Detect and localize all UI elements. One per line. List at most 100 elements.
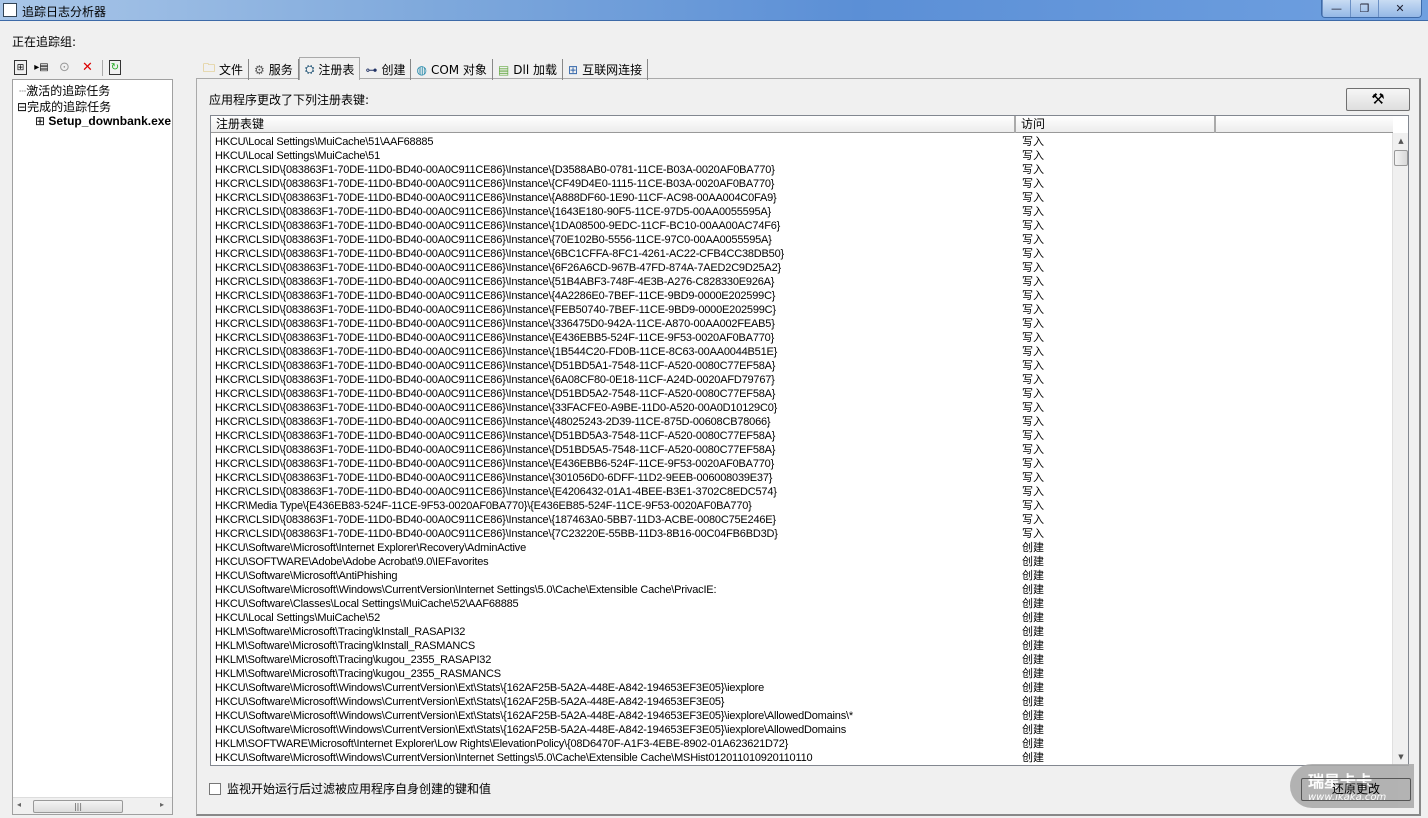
- stop-icon[interactable]: ⊙: [56, 59, 73, 76]
- table-row[interactable]: HKCR\CLSID\{083863F1-70DE-11D0-BD40-00A0…: [211, 303, 1393, 317]
- table-row[interactable]: HKCU\Local Settings\MuiCache\52 创建: [211, 611, 1393, 625]
- table-row[interactable]: HKCU\Software\Microsoft\Windows\CurrentV…: [211, 751, 1393, 765]
- table-row[interactable]: HKCR\CLSID\{083863F1-70DE-11D0-BD40-00A0…: [211, 457, 1393, 471]
- table-row[interactable]: HKCR\CLSID\{083863F1-70DE-11D0-BD40-00A0…: [211, 415, 1393, 429]
- registry-key: HKCR\CLSID\{083863F1-70DE-11D0-BD40-00A0…: [215, 290, 776, 302]
- table-row[interactable]: HKCU\Software\Classes\Local Settings\Mui…: [211, 597, 1393, 611]
- delete-icon[interactable]: ✕: [79, 59, 96, 76]
- access-type: 创建: [1022, 639, 1044, 652]
- access-type: 写入: [1022, 191, 1044, 204]
- registry-key: HKLM\Software\Microsoft\Tracing\kugou_23…: [215, 668, 501, 680]
- column-header-key[interactable]: 注册表键: [211, 116, 1016, 133]
- restore-window-button[interactable]: ❐: [1350, 0, 1378, 17]
- table-row[interactable]: HKCR\CLSID\{083863F1-70DE-11D0-BD40-00A0…: [211, 275, 1393, 289]
- access-type: 写入: [1022, 415, 1044, 428]
- table-row[interactable]: HKCU\Software\Microsoft\Windows\CurrentV…: [211, 681, 1393, 695]
- expand-icon[interactable]: ⊞: [35, 114, 45, 128]
- table-row[interactable]: HKCR\CLSID\{083863F1-70DE-11D0-BD40-00A0…: [211, 205, 1393, 219]
- table-row[interactable]: HKCR\CLSID\{083863F1-70DE-11D0-BD40-00A0…: [211, 429, 1393, 443]
- filter-checkbox[interactable]: [209, 782, 221, 795]
- table-row[interactable]: HKCR\Media Type\{E436EB83-524F-11CE-9F53…: [211, 499, 1393, 513]
- filter-checkbox-row[interactable]: 监视开始运行后过滤被应用程序自身创建的键和值: [209, 780, 491, 797]
- scroll-down-icon[interactable]: ▼: [1393, 749, 1408, 765]
- table-row[interactable]: HKCU\Local Settings\MuiCache\51\AAF68885…: [211, 135, 1393, 149]
- table-row[interactable]: HKCR\CLSID\{083863F1-70DE-11D0-BD40-00A0…: [211, 247, 1393, 261]
- table-row[interactable]: HKCR\CLSID\{083863F1-70DE-11D0-BD40-00A0…: [211, 443, 1393, 457]
- export-icon[interactable]: ▸▤: [33, 59, 50, 76]
- scrollbar-thumb[interactable]: [1394, 150, 1408, 166]
- table-row[interactable]: HKCR\CLSID\{083863F1-70DE-11D0-BD40-00A0…: [211, 387, 1393, 401]
- tab-tree-nodes[interactable]: ⊶ 创建: [360, 59, 412, 80]
- registry-key: HKCR\CLSID\{083863F1-70DE-11D0-BD40-00A0…: [215, 192, 777, 204]
- table-row[interactable]: HKLM\SOFTWARE\Microsoft\Internet Explore…: [211, 737, 1393, 751]
- minimize-button[interactable]: —: [1322, 0, 1350, 17]
- table-row[interactable]: HKCR\CLSID\{083863F1-70DE-11D0-BD40-00A0…: [211, 471, 1393, 485]
- table-row[interactable]: HKCU\Software\Microsoft\Windows\CurrentV…: [211, 695, 1393, 709]
- close-button[interactable]: ✕: [1378, 0, 1421, 17]
- tab-dll-file[interactable]: ▤ Dll 加载: [493, 59, 564, 80]
- table-row[interactable]: HKCR\CLSID\{083863F1-70DE-11D0-BD40-00A0…: [211, 513, 1393, 527]
- tree-item-setup-downbank[interactable]: ⊞ Setup_downbank.exe: [35, 114, 171, 128]
- table-row[interactable]: HKCR\CLSID\{083863F1-70DE-11D0-BD40-00A0…: [211, 373, 1393, 387]
- table-row[interactable]: HKCR\CLSID\{083863F1-70DE-11D0-BD40-00A0…: [211, 219, 1393, 233]
- access-type: 写入: [1022, 429, 1044, 442]
- table-row[interactable]: HKCU\Software\Microsoft\Internet Explore…: [211, 541, 1393, 555]
- registry-key: HKCR\CLSID\{083863F1-70DE-11D0-BD40-00A0…: [215, 388, 776, 400]
- column-header-empty[interactable]: [1216, 116, 1393, 133]
- tree-item-active-tasks[interactable]: ┄激活的追踪任务: [19, 82, 110, 99]
- table-row[interactable]: HKCR\CLSID\{083863F1-70DE-11D0-BD40-00A0…: [211, 163, 1393, 177]
- registry-key: HKCR\CLSID\{083863F1-70DE-11D0-BD40-00A0…: [215, 220, 781, 232]
- table-row[interactable]: HKCU\SOFTWARE\Adobe\Adobe Acrobat\9.0\IE…: [211, 555, 1393, 569]
- tab-label: 服务: [268, 63, 293, 77]
- tab-globe[interactable]: ◍ COM 对象: [411, 59, 493, 80]
- tab-strip: 🗀 文件 ⚙ 服务 ⛭ 注册表 ⊶ 创建 ◍ COM 对象 ▤ Dll 加载 ⊞ 互联网连接: [198, 57, 649, 80]
- table-row[interactable]: HKCR\CLSID\{083863F1-70DE-11D0-BD40-00A0…: [211, 289, 1393, 303]
- scroll-left-icon[interactable]: ◂: [17, 800, 21, 809]
- table-row[interactable]: HKCR\CLSID\{083863F1-70DE-11D0-BD40-00A0…: [211, 191, 1393, 205]
- table-row[interactable]: HKCR\CLSID\{083863F1-70DE-11D0-BD40-00A0…: [211, 401, 1393, 415]
- column-header-access[interactable]: 访问: [1016, 116, 1216, 133]
- collapse-icon[interactable]: ⊟: [17, 100, 27, 114]
- registry-key: HKCR\CLSID\{083863F1-70DE-11D0-BD40-00A0…: [215, 486, 777, 498]
- table-row[interactable]: HKLM\Software\Microsoft\Tracing\kugou_23…: [211, 653, 1393, 667]
- table-row[interactable]: HKCR\CLSID\{083863F1-70DE-11D0-BD40-00A0…: [211, 317, 1393, 331]
- table-row[interactable]: HKCU\Software\Microsoft\Windows\CurrentV…: [211, 723, 1393, 737]
- registry-key: HKCR\CLSID\{083863F1-70DE-11D0-BD40-00A0…: [215, 248, 784, 260]
- tree-horizontal-scrollbar[interactable]: ◂ ||| ▸: [13, 797, 172, 814]
- table-row[interactable]: HKCR\CLSID\{083863F1-70DE-11D0-BD40-00A0…: [211, 177, 1393, 191]
- access-type: 创建: [1022, 737, 1044, 750]
- access-type: 创建: [1022, 723, 1044, 736]
- tab-gear[interactable]: ⚙ 服务: [249, 59, 299, 80]
- scroll-right-icon[interactable]: ▸: [160, 800, 164, 809]
- restore-changes-button[interactable]: 还原更改: [1301, 778, 1411, 801]
- table-row[interactable]: HKLM\Software\Microsoft\Tracing\kInstall…: [211, 639, 1393, 653]
- table-row[interactable]: HKCR\CLSID\{083863F1-70DE-11D0-BD40-00A0…: [211, 261, 1393, 275]
- tab-network[interactable]: ⊞ 互联网连接: [563, 59, 649, 80]
- scrollbar-thumb[interactable]: |||: [33, 800, 123, 813]
- table-row[interactable]: HKCU\Software\Microsoft\Windows\CurrentV…: [211, 709, 1393, 723]
- access-type: 创建: [1022, 597, 1044, 610]
- table-row[interactable]: HKLM\Software\Microsoft\Tracing\kugou_23…: [211, 667, 1393, 681]
- tracking-group-label: 正在追踪组:: [12, 35, 77, 49]
- table-row[interactable]: HKCR\CLSID\{083863F1-70DE-11D0-BD40-00A0…: [211, 485, 1393, 499]
- access-type: 写入: [1022, 513, 1044, 526]
- table-row[interactable]: HKCU\Software\Microsoft\AntiPhishing 创建: [211, 569, 1393, 583]
- registry-key: HKCR\CLSID\{083863F1-70DE-11D0-BD40-00A0…: [215, 178, 775, 190]
- tab-label: COM 对象: [430, 63, 487, 77]
- table-row[interactable]: HKCR\CLSID\{083863F1-70DE-11D0-BD40-00A0…: [211, 527, 1393, 541]
- refresh-icon[interactable]: ↻: [109, 60, 121, 75]
- table-row[interactable]: HKCU\Software\Microsoft\Windows\CurrentV…: [211, 583, 1393, 597]
- table-row[interactable]: HKLM\Software\Microsoft\Tracing\kInstall…: [211, 625, 1393, 639]
- open-log-icon[interactable]: ⊞: [14, 60, 27, 75]
- list-vertical-scrollbar[interactable]: ▲ ▼: [1392, 133, 1408, 765]
- tab-folder[interactable]: 🗀 文件: [198, 59, 250, 80]
- table-row[interactable]: HKCR\CLSID\{083863F1-70DE-11D0-BD40-00A0…: [211, 359, 1393, 373]
- table-row[interactable]: HKCR\CLSID\{083863F1-70DE-11D0-BD40-00A0…: [211, 233, 1393, 247]
- scroll-up-icon[interactable]: ▲: [1393, 133, 1408, 149]
- table-row[interactable]: HKCU\Local Settings\MuiCache\51 写入: [211, 149, 1393, 163]
- table-row[interactable]: HKCR\CLSID\{083863F1-70DE-11D0-BD40-00A0…: [211, 345, 1393, 359]
- tools-button[interactable]: ⚒: [1346, 88, 1410, 111]
- table-row[interactable]: HKCR\CLSID\{083863F1-70DE-11D0-BD40-00A0…: [211, 331, 1393, 345]
- tab-registry[interactable]: ⛭ 注册表: [298, 57, 361, 80]
- tree-item-completed-tasks[interactable]: ⊟完成的追踪任务: [17, 98, 111, 115]
